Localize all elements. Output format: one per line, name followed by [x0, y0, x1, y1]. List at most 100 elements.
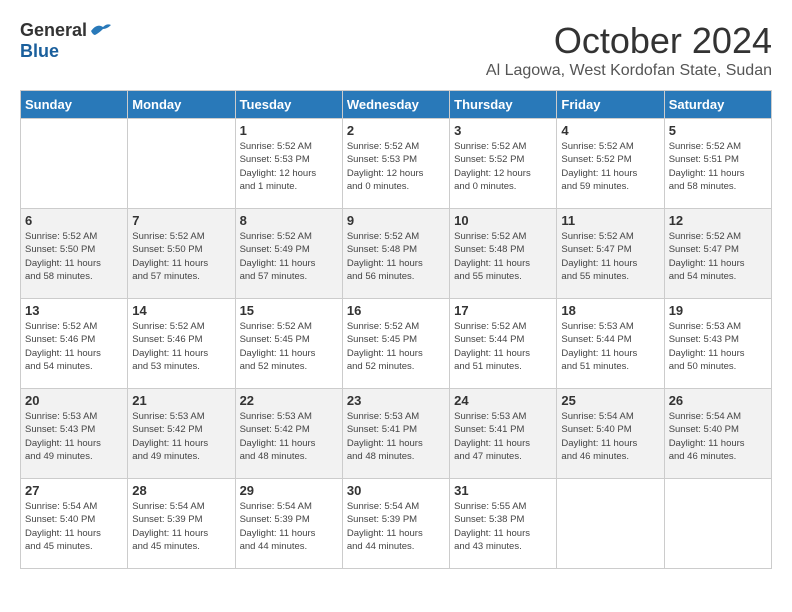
- day-number: 21: [132, 393, 230, 408]
- calendar-header-monday: Monday: [128, 91, 235, 119]
- calendar-cell: 8 Sunrise: 5:52 AM Sunset: 5:49 PM Daylig…: [235, 209, 342, 299]
- day-info: Sunrise: 5:52 AM Sunset: 5:52 PM Dayligh…: [454, 140, 552, 193]
- day-info: Sunrise: 5:53 AM Sunset: 5:42 PM Dayligh…: [240, 410, 338, 463]
- day-info: Sunrise: 5:52 AM Sunset: 5:52 PM Dayligh…: [561, 140, 659, 193]
- title-block: October 2024 Al Lagowa, West Kordofan St…: [486, 20, 772, 80]
- calendar-week-2: 6 Sunrise: 5:52 AM Sunset: 5:50 PM Daylig…: [21, 209, 772, 299]
- day-number: 23: [347, 393, 445, 408]
- calendar-cell: 10Sunrise: 5:52 AM Sunset: 5:48 PM Dayli…: [450, 209, 557, 299]
- day-number: 25: [561, 393, 659, 408]
- calendar-cell: 9 Sunrise: 5:52 AM Sunset: 5:48 PM Daylig…: [342, 209, 449, 299]
- day-number: 15: [240, 303, 338, 318]
- day-number: 14: [132, 303, 230, 318]
- calendar-cell: 11 Sunrise: 5:52 AM Sunset: 5:47 PM Dayli…: [557, 209, 664, 299]
- calendar-cell: [664, 479, 771, 569]
- calendar-cell: 2 Sunrise: 5:52 AM Sunset: 5:53 PM Daylig…: [342, 119, 449, 209]
- calendar-cell: 28 Sunrise: 5:54 AM Sunset: 5:39 PM Dayli…: [128, 479, 235, 569]
- day-info: Sunrise: 5:54 AM Sunset: 5:39 PM Dayligh…: [132, 500, 230, 553]
- calendar-cell: 3 Sunrise: 5:52 AM Sunset: 5:52 PM Daylig…: [450, 119, 557, 209]
- calendar-cell: 25 Sunrise: 5:54 AM Sunset: 5:40 PM Dayli…: [557, 389, 664, 479]
- calendar-cell: 16Sunrise: 5:52 AM Sunset: 5:45 PM Dayli…: [342, 299, 449, 389]
- day-info: Sunrise: 5:53 AM Sunset: 5:42 PM Dayligh…: [132, 410, 230, 463]
- day-number: 28: [132, 483, 230, 498]
- day-number: 24: [454, 393, 552, 408]
- day-info: Sunrise: 5:52 AM Sunset: 5:45 PM Dayligh…: [240, 320, 338, 373]
- logo-blue: Blue: [20, 41, 59, 62]
- calendar-week-1: 1 Sunrise: 5:52 AM Sunset: 5:53 PM Daylig…: [21, 119, 772, 209]
- calendar-cell: 31Sunrise: 5:55 AM Sunset: 5:38 PM Dayli…: [450, 479, 557, 569]
- day-info: Sunrise: 5:52 AM Sunset: 5:50 PM Dayligh…: [132, 230, 230, 283]
- calendar-header-thursday: Thursday: [450, 91, 557, 119]
- calendar-cell: 24 Sunrise: 5:53 AM Sunset: 5:41 PM Dayli…: [450, 389, 557, 479]
- day-number: 6: [25, 213, 123, 228]
- day-number: 4: [561, 123, 659, 138]
- calendar-cell: 6 Sunrise: 5:52 AM Sunset: 5:50 PM Daylig…: [21, 209, 128, 299]
- day-number: 17: [454, 303, 552, 318]
- calendar-cell: 26 Sunrise: 5:54 AM Sunset: 5:40 PM Dayli…: [664, 389, 771, 479]
- day-number: 27: [25, 483, 123, 498]
- calendar-cell: 27Sunrise: 5:54 AM Sunset: 5:40 PM Dayli…: [21, 479, 128, 569]
- day-number: 5: [669, 123, 767, 138]
- day-number: 30: [347, 483, 445, 498]
- calendar-week-4: 20 Sunrise: 5:53 AM Sunset: 5:43 PM Dayli…: [21, 389, 772, 479]
- day-info: Sunrise: 5:54 AM Sunset: 5:40 PM Dayligh…: [561, 410, 659, 463]
- day-info: Sunrise: 5:54 AM Sunset: 5:39 PM Dayligh…: [240, 500, 338, 553]
- day-number: 26: [669, 393, 767, 408]
- calendar-cell: 14 Sunrise: 5:52 AM Sunset: 5:46 PM Dayli…: [128, 299, 235, 389]
- calendar-cell: [557, 479, 664, 569]
- location-title: Al Lagowa, West Kordofan State, Sudan: [486, 62, 772, 80]
- day-info: Sunrise: 5:52 AM Sunset: 5:46 PM Dayligh…: [132, 320, 230, 373]
- calendar-cell: 15 Sunrise: 5:52 AM Sunset: 5:45 PM Dayli…: [235, 299, 342, 389]
- day-info: Sunrise: 5:52 AM Sunset: 5:44 PM Dayligh…: [454, 320, 552, 373]
- calendar-header-row: SundayMondayTuesdayWednesdayThursdayFrid…: [21, 91, 772, 119]
- calendar-cell: 29 Sunrise: 5:54 AM Sunset: 5:39 PM Dayli…: [235, 479, 342, 569]
- day-info: Sunrise: 5:52 AM Sunset: 5:47 PM Dayligh…: [669, 230, 767, 283]
- day-number: 19: [669, 303, 767, 318]
- calendar-header-wednesday: Wednesday: [342, 91, 449, 119]
- calendar-cell: 20 Sunrise: 5:53 AM Sunset: 5:43 PM Dayli…: [21, 389, 128, 479]
- day-info: Sunrise: 5:53 AM Sunset: 5:41 PM Dayligh…: [347, 410, 445, 463]
- calendar-cell: 23 Sunrise: 5:53 AM Sunset: 5:41 PM Dayli…: [342, 389, 449, 479]
- day-info: Sunrise: 5:52 AM Sunset: 5:49 PM Dayligh…: [240, 230, 338, 283]
- day-info: Sunrise: 5:52 AM Sunset: 5:48 PM Dayligh…: [454, 230, 552, 283]
- day-info: Sunrise: 5:54 AM Sunset: 5:39 PM Dayligh…: [347, 500, 445, 553]
- calendar-cell: 22 Sunrise: 5:53 AM Sunset: 5:42 PM Dayli…: [235, 389, 342, 479]
- calendar-cell: 13Sunrise: 5:52 AM Sunset: 5:46 PM Dayli…: [21, 299, 128, 389]
- calendar-cell: 21 Sunrise: 5:53 AM Sunset: 5:42 PM Dayli…: [128, 389, 235, 479]
- day-info: Sunrise: 5:53 AM Sunset: 5:43 PM Dayligh…: [669, 320, 767, 373]
- day-number: 18: [561, 303, 659, 318]
- calendar-header-friday: Friday: [557, 91, 664, 119]
- day-number: 9: [347, 213, 445, 228]
- calendar-cell: 17 Sunrise: 5:52 AM Sunset: 5:44 PM Dayli…: [450, 299, 557, 389]
- logo-bird-icon: [89, 21, 113, 41]
- day-info: Sunrise: 5:53 AM Sunset: 5:43 PM Dayligh…: [25, 410, 123, 463]
- day-info: Sunrise: 5:52 AM Sunset: 5:47 PM Dayligh…: [561, 230, 659, 283]
- calendar-week-5: 27Sunrise: 5:54 AM Sunset: 5:40 PM Dayli…: [21, 479, 772, 569]
- calendar-cell: 1Sunrise: 5:52 AM Sunset: 5:53 PM Daylig…: [235, 119, 342, 209]
- calendar-week-3: 13Sunrise: 5:52 AM Sunset: 5:46 PM Dayli…: [21, 299, 772, 389]
- day-number: 1: [240, 123, 338, 138]
- day-number: 8: [240, 213, 338, 228]
- day-info: Sunrise: 5:52 AM Sunset: 5:45 PM Dayligh…: [347, 320, 445, 373]
- day-info: Sunrise: 5:52 AM Sunset: 5:53 PM Dayligh…: [347, 140, 445, 193]
- day-info: Sunrise: 5:54 AM Sunset: 5:40 PM Dayligh…: [669, 410, 767, 463]
- day-number: 22: [240, 393, 338, 408]
- calendar-cell: 4 Sunrise: 5:52 AM Sunset: 5:52 PM Daylig…: [557, 119, 664, 209]
- day-number: 2: [347, 123, 445, 138]
- calendar-cell: [128, 119, 235, 209]
- day-number: 3: [454, 123, 552, 138]
- day-number: 12: [669, 213, 767, 228]
- day-info: Sunrise: 5:52 AM Sunset: 5:46 PM Dayligh…: [25, 320, 123, 373]
- calendar-cell: 19 Sunrise: 5:53 AM Sunset: 5:43 PM Dayli…: [664, 299, 771, 389]
- calendar-cell: 5Sunrise: 5:52 AM Sunset: 5:51 PM Daylig…: [664, 119, 771, 209]
- calendar-table: SundayMondayTuesdayWednesdayThursdayFrid…: [20, 90, 772, 569]
- day-number: 29: [240, 483, 338, 498]
- day-info: Sunrise: 5:53 AM Sunset: 5:41 PM Dayligh…: [454, 410, 552, 463]
- calendar-cell: 12 Sunrise: 5:52 AM Sunset: 5:47 PM Dayli…: [664, 209, 771, 299]
- day-number: 11: [561, 213, 659, 228]
- day-info: Sunrise: 5:55 AM Sunset: 5:38 PM Dayligh…: [454, 500, 552, 553]
- day-info: Sunrise: 5:52 AM Sunset: 5:50 PM Dayligh…: [25, 230, 123, 283]
- day-number: 20: [25, 393, 123, 408]
- calendar-header-sunday: Sunday: [21, 91, 128, 119]
- day-info: Sunrise: 5:52 AM Sunset: 5:48 PM Dayligh…: [347, 230, 445, 283]
